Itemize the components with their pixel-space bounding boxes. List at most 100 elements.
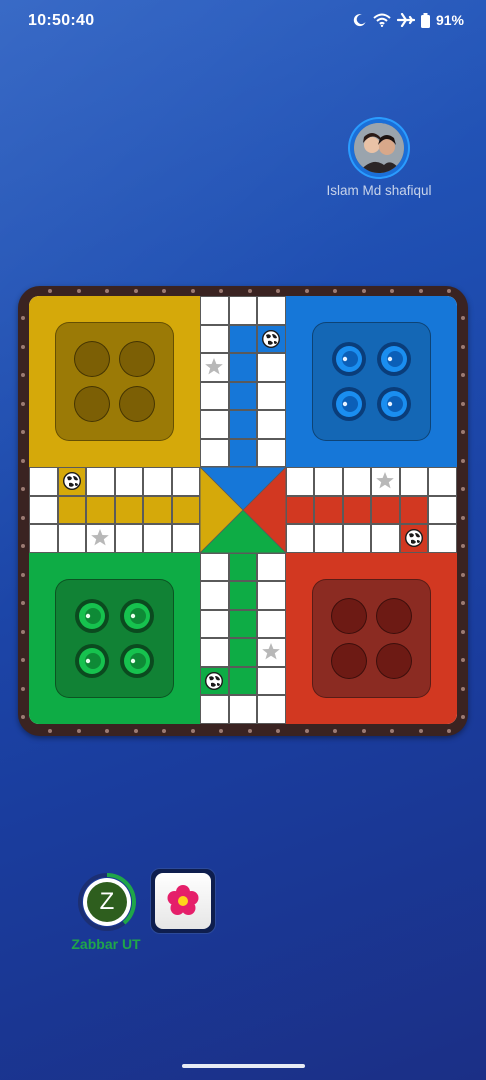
player-name: Zabbar UT: [71, 936, 141, 952]
flower-icon: [167, 885, 199, 915]
rivet: [247, 289, 252, 293]
home-indicator[interactable]: [182, 1064, 305, 1068]
green-token[interactable]: [74, 643, 110, 679]
green-token[interactable]: [119, 598, 155, 634]
rivet: [162, 289, 166, 293]
token-slot: [74, 341, 110, 377]
token-slot: [331, 598, 367, 634]
track-cell: [285, 495, 314, 524]
track-cell: [228, 353, 257, 382]
blue-token[interactable]: [376, 341, 412, 377]
rivet: [105, 729, 109, 733]
safe-star-cell: [371, 467, 400, 496]
track-cell: [314, 524, 343, 553]
track-cell: [428, 495, 457, 524]
track-cell: [342, 524, 371, 553]
opponent-avatar[interactable]: [350, 119, 408, 177]
track-cell: [257, 438, 286, 467]
rivet: [333, 729, 337, 733]
start-cell: [399, 524, 428, 553]
track-cell: [228, 581, 257, 610]
status-bar: 10:50:40 91%: [0, 0, 486, 42]
track-cell: [57, 495, 86, 524]
track-cell: [200, 552, 229, 581]
yard-yellow: [55, 322, 174, 441]
track-cell: [399, 467, 428, 496]
dice-button[interactable]: [150, 868, 216, 934]
rivet: [461, 316, 465, 320]
track-cell: [143, 524, 172, 553]
track-cell: [228, 666, 257, 695]
rivet: [418, 289, 423, 293]
track-cell: [257, 381, 286, 410]
rivet: [21, 401, 25, 406]
track-cell: [228, 552, 257, 581]
rivet: [190, 289, 195, 293]
track-cell: [257, 552, 286, 581]
track-cell: [257, 609, 286, 638]
rivet: [276, 289, 280, 293]
rivet: [21, 487, 25, 491]
globe-icon: [262, 329, 280, 348]
rivet: [21, 430, 25, 434]
opponent-photo: [354, 123, 404, 173]
rivet: [304, 729, 309, 733]
rivet: [76, 289, 81, 293]
track-cell: [285, 524, 314, 553]
rivet: [447, 289, 451, 293]
track-cell: [257, 296, 286, 325]
blue-token[interactable]: [331, 341, 367, 377]
track-cell: [228, 410, 257, 439]
yard-green: [55, 579, 174, 698]
track-cell: [257, 695, 286, 724]
track-cell: [114, 524, 143, 553]
green-token[interactable]: [119, 643, 155, 679]
rivet: [447, 729, 451, 733]
rivet: [219, 729, 223, 733]
rivet: [461, 601, 465, 605]
star-icon: [205, 358, 223, 375]
rivet: [21, 515, 25, 520]
rivet: [461, 686, 465, 691]
track-cell: [86, 495, 115, 524]
rivet: [461, 629, 465, 634]
rivet: [21, 544, 25, 548]
track-cell: [29, 524, 58, 553]
track-cell: [228, 609, 257, 638]
rivet: [390, 289, 394, 293]
track-cell: [342, 467, 371, 496]
player-avatar-frame: Z: [83, 878, 131, 926]
track-cell: [371, 524, 400, 553]
rivet: [21, 316, 25, 320]
track-cell: [314, 495, 343, 524]
rivet: [21, 458, 25, 463]
track-cell: [257, 353, 286, 382]
rivet: [21, 658, 25, 662]
track-cell: [143, 495, 172, 524]
blue-token[interactable]: [376, 386, 412, 422]
center-home: [200, 467, 286, 553]
yard-red: [312, 579, 431, 698]
globe-icon: [62, 472, 81, 490]
track-cell: [228, 296, 257, 325]
token-slot: [119, 386, 155, 422]
start-cell: [257, 324, 286, 353]
globe-icon: [404, 529, 423, 547]
rivet: [162, 729, 166, 733]
track-cell: [29, 495, 58, 524]
rivet: [361, 729, 366, 733]
player-avatar[interactable]: Z: [78, 873, 136, 931]
status-time: 10:50:40: [28, 12, 95, 29]
green-token[interactable]: [74, 598, 110, 634]
status-icons: 91%: [353, 12, 464, 28]
track-cell: [200, 324, 229, 353]
track-cell: [428, 467, 457, 496]
track-cell: [143, 467, 172, 496]
track-cell: [171, 467, 200, 496]
token-slot: [376, 643, 412, 679]
rivet: [461, 544, 465, 548]
track-cell: [371, 495, 400, 524]
track-cell: [200, 381, 229, 410]
blue-token[interactable]: [331, 386, 367, 422]
track-cell: [200, 438, 229, 467]
